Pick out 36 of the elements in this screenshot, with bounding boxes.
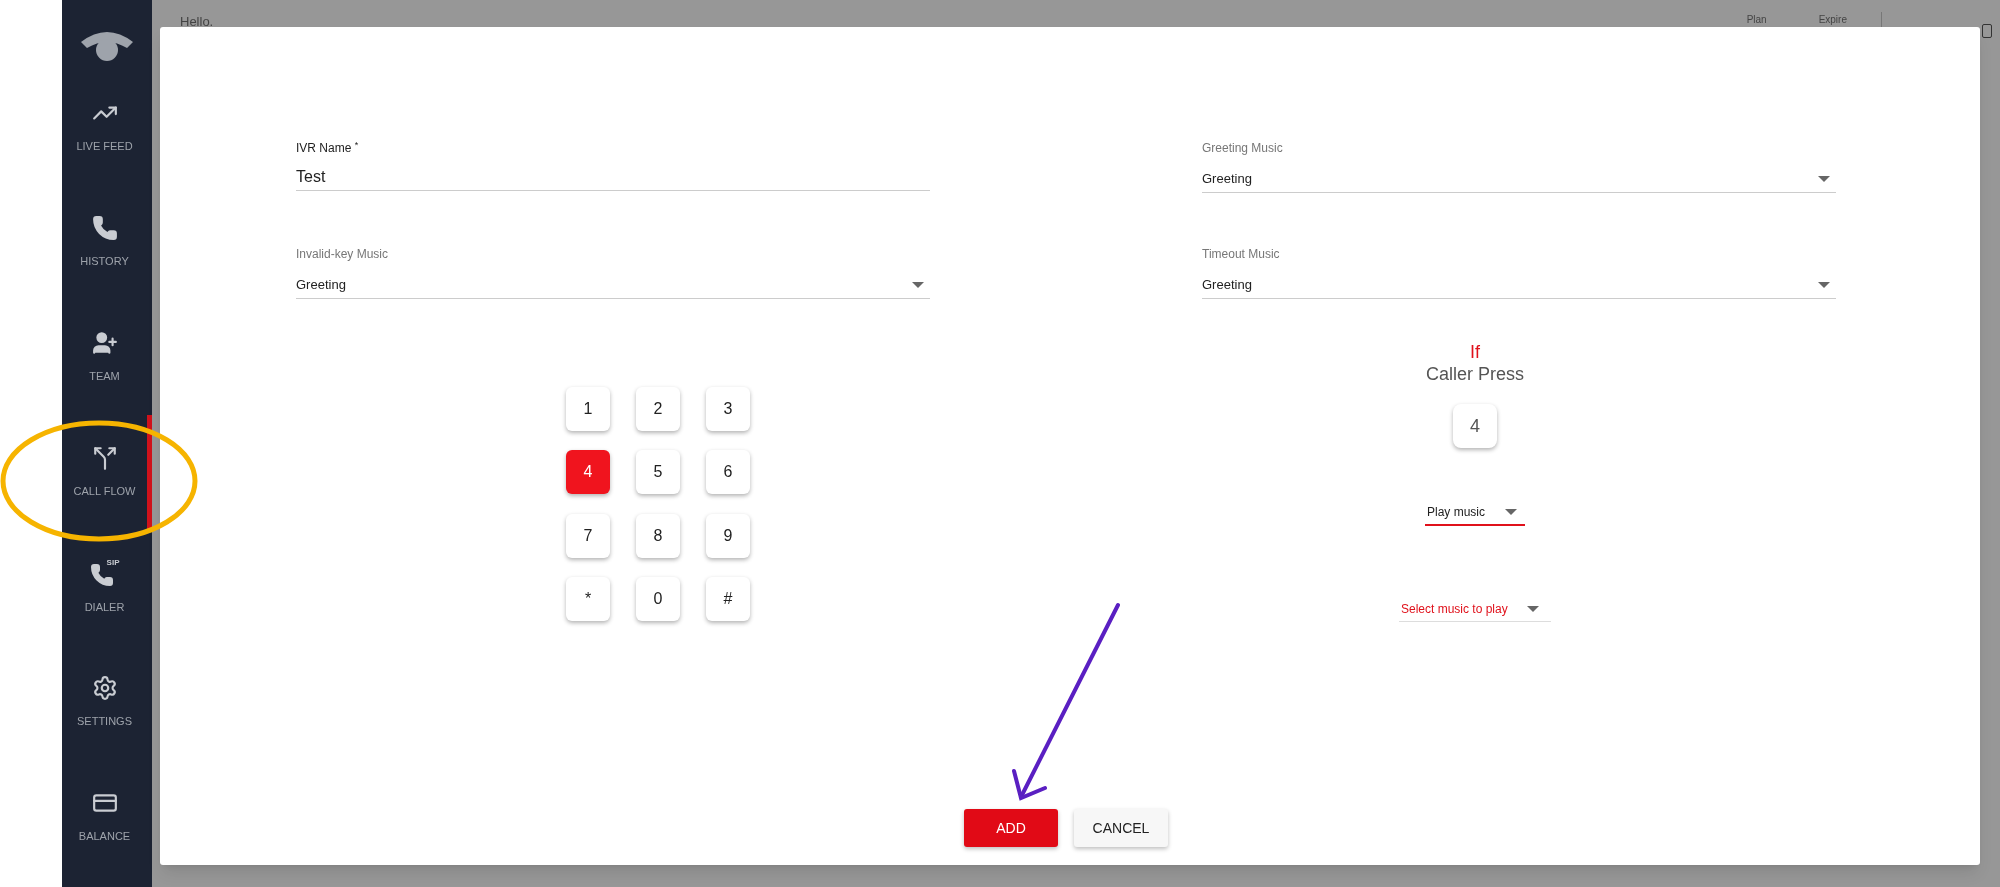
prompt-label: Caller Press	[1426, 363, 1524, 385]
select-field[interactable]: Greeting	[1202, 165, 1836, 193]
sidebar-item[interactable]: TEAM	[62, 300, 152, 415]
field-label: Greeting Music	[1202, 140, 1284, 157]
text-field[interactable]: Test	[296, 163, 930, 191]
condition-label: If	[1470, 341, 1480, 363]
keypad-key[interactable]: 4	[566, 450, 610, 495]
select-field[interactable]: Greeting	[296, 271, 930, 299]
keypad-key[interactable]: 8	[636, 513, 680, 558]
keypad-key[interactable]: 3	[706, 387, 750, 431]
keypad-key[interactable]: 0	[636, 576, 680, 621]
pressed-key: 4	[1453, 404, 1497, 448]
select-field[interactable]: Greeting	[1202, 271, 1836, 299]
sidebar-item[interactable]: SIP DIALER	[62, 530, 152, 645]
greeting-text: Hello.	[180, 13, 214, 31]
keypad-key[interactable]: 1	[566, 387, 610, 431]
field-label: Timeout Music	[1202, 246, 1281, 263]
keypad-key[interactable]: #	[706, 576, 750, 621]
keypad-key[interactable]: 9	[706, 513, 750, 558]
sidebar-item[interactable]: SETTINGS	[62, 645, 152, 760]
music-select[interactable]: Select music to play	[1399, 596, 1551, 622]
keypad-key[interactable]: 2	[636, 387, 680, 431]
expire-label: Expire	[1818, 13, 1847, 27]
plan-label: Plan	[1746, 13, 1767, 27]
add-button[interactable]: ADD	[964, 809, 1058, 847]
field-label: Invalid-key Music	[296, 246, 390, 263]
action-select[interactable]: Play music	[1425, 500, 1525, 526]
field-label: IVR Name $^{*}$	[296, 139, 360, 157]
sidebar-item[interactable]: LIVE FEED	[62, 70, 152, 185]
cancel-button[interactable]: CANCEL	[1074, 809, 1168, 847]
sidebar-item[interactable]: HISTORY	[62, 185, 152, 300]
keypad-key[interactable]: *	[566, 576, 610, 621]
keypad-key[interactable]: 5	[636, 450, 680, 495]
keypad-key[interactable]: 7	[566, 513, 610, 558]
keypad-key[interactable]: 6	[706, 450, 750, 495]
sidebar-item[interactable]: BALANCE	[62, 760, 152, 875]
